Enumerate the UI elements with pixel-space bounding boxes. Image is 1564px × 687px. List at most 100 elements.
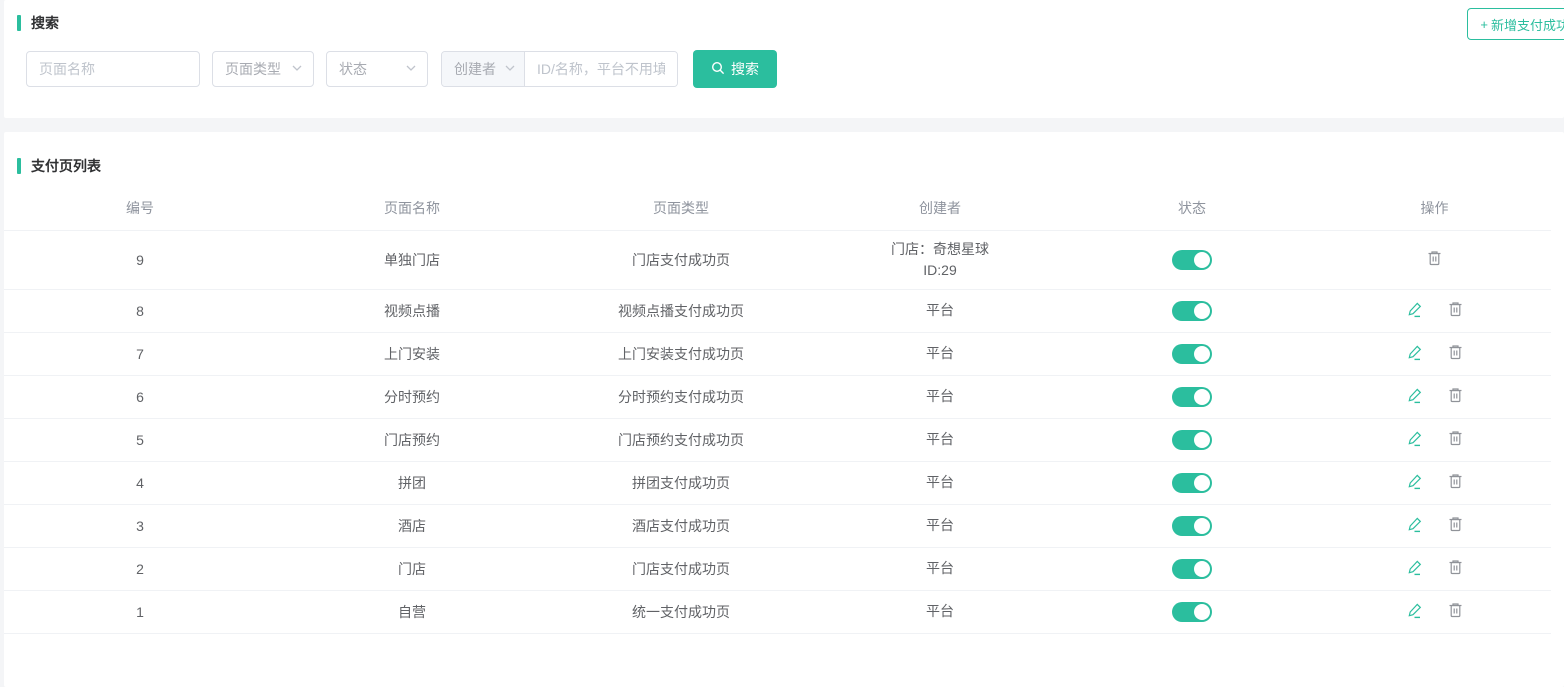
status-toggle[interactable] <box>1172 473 1212 493</box>
delete-button[interactable] <box>1447 386 1464 407</box>
delete-button[interactable] <box>1447 472 1464 493</box>
creator-select-label: 创建者 <box>454 59 496 79</box>
delete-button[interactable] <box>1447 558 1464 579</box>
page-name-input[interactable] <box>26 51 200 87</box>
payment-page-list-panel: 支付页列表 编号 页面名称 页面类型 创建者 状态 操作 9 单独门店 门店支付… <box>4 132 1564 687</box>
row-page-type: 视频点播支付成功页 <box>548 289 814 332</box>
payment-page-table: 编号 页面名称 页面类型 创建者 状态 操作 9 单独门店 门店支付成功页 门店… <box>4 186 1551 634</box>
creator-name: 平台 <box>814 343 1066 364</box>
edit-button[interactable] <box>1406 430 1423 450</box>
trash-icon <box>1447 558 1464 579</box>
edit-button[interactable] <box>1406 473 1423 493</box>
edit-button[interactable] <box>1406 602 1423 622</box>
list-panel-title: 支付页列表 <box>17 156 1564 176</box>
trash-icon <box>1447 472 1464 493</box>
row-page-name: 自营 <box>276 590 548 633</box>
row-id: 6 <box>4 375 276 418</box>
status-toggle[interactable] <box>1172 516 1212 536</box>
creator-select[interactable]: 创建者 <box>442 52 525 86</box>
column-header-type: 页面类型 <box>548 186 814 230</box>
delete-button[interactable] <box>1447 515 1464 536</box>
creator-name: 平台 <box>814 386 1066 407</box>
row-creator: 平台 <box>814 375 1066 418</box>
trash-icon <box>1447 300 1464 321</box>
row-page-type: 酒店支付成功页 <box>548 504 814 547</box>
add-payment-page-button[interactable]: + 新增支付成功 <box>1467 8 1564 40</box>
status-toggle[interactable] <box>1172 559 1212 579</box>
creator-name: 平台 <box>814 472 1066 493</box>
table-row: 3 酒店 酒店支付成功页 平台 <box>4 504 1551 547</box>
status-toggle[interactable] <box>1172 430 1212 450</box>
trash-icon <box>1447 601 1464 622</box>
delete-button[interactable] <box>1447 343 1464 364</box>
row-page-name: 视频点播 <box>276 289 548 332</box>
row-page-type: 门店支付成功页 <box>548 547 814 590</box>
edit-button[interactable] <box>1406 344 1423 364</box>
section-accent-bar <box>17 15 21 31</box>
pencil-icon <box>1406 473 1423 493</box>
row-creator: 门店：奇想星球 ID:29 <box>814 230 1066 289</box>
search-panel: 搜索 页面类型 状态 创建者 <box>4 0 1564 118</box>
edit-button[interactable] <box>1406 301 1423 321</box>
add-payment-page-button-label: 新增支付成功 <box>1491 15 1564 34</box>
table-header-row: 编号 页面名称 页面类型 创建者 状态 操作 <box>4 186 1551 230</box>
row-page-name: 门店 <box>276 547 548 590</box>
creator-name: 平台 <box>814 558 1066 579</box>
status-toggle[interactable] <box>1172 387 1212 407</box>
column-header-id: 编号 <box>4 186 276 230</box>
table-row: 6 分时预约 分时预约支付成功页 平台 <box>4 375 1551 418</box>
search-panel-title-label: 搜索 <box>31 13 59 33</box>
row-creator: 平台 <box>814 332 1066 375</box>
row-id: 5 <box>4 418 276 461</box>
plus-icon: + <box>1480 17 1488 32</box>
row-page-type: 上门安装支付成功页 <box>548 332 814 375</box>
pencil-icon <box>1406 559 1423 579</box>
row-page-type: 统一支付成功页 <box>548 590 814 633</box>
creator-id-input[interactable] <box>525 52 677 86</box>
page-type-select[interactable]: 页面类型 <box>212 51 314 87</box>
edit-button[interactable] <box>1406 516 1423 536</box>
creator-name: 门店：奇想星球 <box>814 239 1066 260</box>
status-toggle[interactable] <box>1172 301 1212 321</box>
row-creator: 平台 <box>814 289 1066 332</box>
row-id: 2 <box>4 547 276 590</box>
delete-button[interactable] <box>1447 429 1464 450</box>
search-button[interactable]: 搜索 <box>693 50 777 88</box>
edit-button[interactable] <box>1406 387 1423 407</box>
status-toggle[interactable] <box>1172 602 1212 622</box>
trash-icon <box>1447 515 1464 536</box>
row-creator: 平台 <box>814 461 1066 504</box>
status-toggle[interactable] <box>1172 250 1212 270</box>
trash-icon <box>1447 386 1464 407</box>
row-id: 3 <box>4 504 276 547</box>
search-form: 页面类型 状态 创建者 搜索 <box>26 50 1564 88</box>
row-id: 9 <box>4 230 276 289</box>
status-select[interactable]: 状态 <box>326 51 428 87</box>
edit-button[interactable] <box>1406 559 1423 579</box>
table-row: 1 自营 统一支付成功页 平台 <box>4 590 1551 633</box>
search-panel-title: 搜索 <box>17 13 1564 33</box>
table-row: 2 门店 门店支付成功页 平台 <box>4 547 1551 590</box>
column-header-status: 状态 <box>1066 186 1318 230</box>
row-page-name: 单独门店 <box>276 230 548 289</box>
creator-id: ID:29 <box>814 260 1066 281</box>
row-id: 1 <box>4 590 276 633</box>
chevron-down-icon <box>405 61 417 77</box>
magnifier-icon <box>711 61 725 78</box>
panel-gap <box>0 118 1564 132</box>
trash-icon <box>1447 429 1464 450</box>
column-header-actions: 操作 <box>1318 186 1551 230</box>
delete-button[interactable] <box>1447 601 1464 622</box>
row-page-type: 拼团支付成功页 <box>548 461 814 504</box>
pencil-icon <box>1406 602 1423 622</box>
creator-name: 平台 <box>814 515 1066 536</box>
list-panel-title-label: 支付页列表 <box>31 156 101 176</box>
creator-name: 平台 <box>814 429 1066 450</box>
delete-button[interactable] <box>1426 249 1443 270</box>
row-page-type: 分时预约支付成功页 <box>548 375 814 418</box>
delete-button[interactable] <box>1447 300 1464 321</box>
status-toggle[interactable] <box>1172 344 1212 364</box>
table-row: 7 上门安装 上门安装支付成功页 平台 <box>4 332 1551 375</box>
row-id: 7 <box>4 332 276 375</box>
search-button-label: 搜索 <box>731 59 759 79</box>
